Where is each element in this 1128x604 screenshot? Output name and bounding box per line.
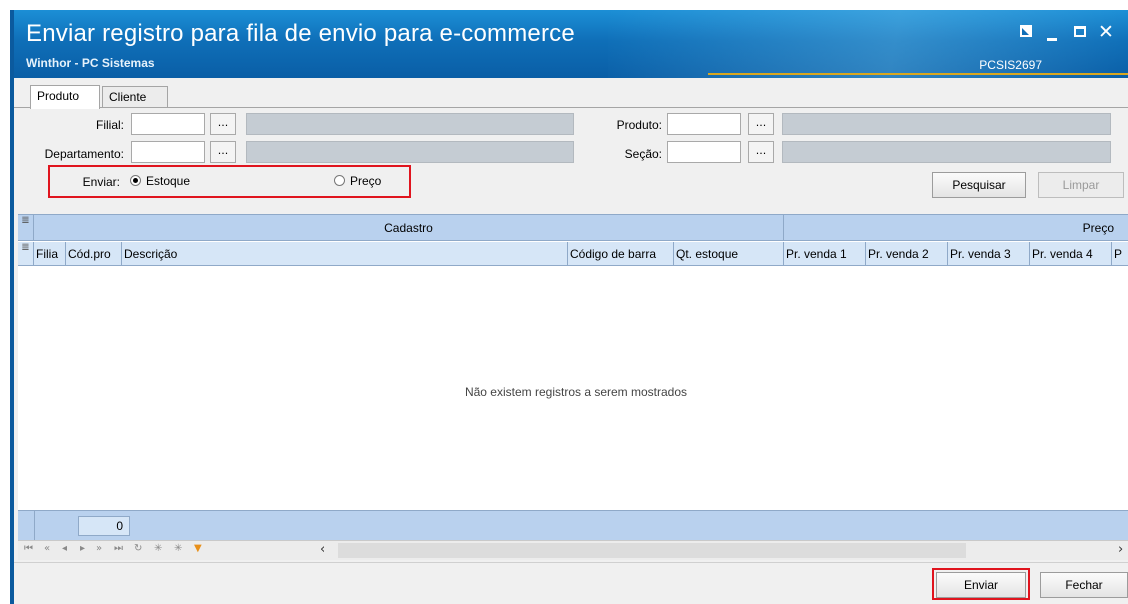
col-qt-estoque[interactable]: Qt. estoque: [674, 242, 784, 266]
results-grid: ≣ Cadastro Preço ≣ Filia Cód.pro Descriç…: [18, 214, 1128, 544]
radio-preco[interactable]: Preço: [334, 174, 381, 188]
radio-estoque[interactable]: Estoque: [130, 174, 190, 188]
filial-label: Filial:: [95, 118, 124, 132]
col-cod-produto[interactable]: Cód.pro: [66, 242, 122, 266]
resize-icon[interactable]: [1016, 22, 1036, 42]
col-pr-venda-5[interactable]: P: [1112, 242, 1128, 266]
secao-description: [782, 141, 1111, 163]
window-title: Enviar registro para fila de envio para …: [26, 20, 575, 47]
band-preco: Preço: [1082, 221, 1114, 235]
produto-browse-button[interactable]: ...: [748, 113, 774, 135]
band-cadastro: Cadastro: [34, 215, 784, 241]
filial-browse-button[interactable]: ...: [210, 113, 236, 135]
routine-code: PCSIS2697: [979, 58, 1042, 72]
col-codigo-barra[interactable]: Código de barra: [568, 242, 674, 266]
grid-band-row: ≣ Cadastro Preço: [18, 215, 1128, 241]
secao-label: Seção:: [624, 147, 662, 161]
filter-icon[interactable]: ▼: [194, 543, 202, 554]
limpar-button[interactable]: Limpar: [1038, 172, 1124, 198]
bottom-action-bar: Enviar Fechar: [14, 562, 1128, 604]
col-pr-venda-3[interactable]: Pr. venda 3: [948, 242, 1030, 266]
pesquisar-button[interactable]: Pesquisar: [932, 172, 1026, 198]
first-icon[interactable]: ⏮: [24, 543, 33, 554]
tab-cliente[interactable]: Cliente: [102, 86, 168, 108]
col-pr-venda-1[interactable]: Pr. venda 1: [784, 242, 866, 266]
fechar-button[interactable]: Fechar: [1040, 572, 1128, 598]
radio-estoque-label: Estoque: [146, 174, 191, 188]
column-customize-icon[interactable]: ≣: [18, 242, 34, 265]
next-icon[interactable]: ▸: [80, 543, 85, 554]
scroll-right-icon[interactable]: ›: [1118, 542, 1123, 557]
secao-browse-button[interactable]: ...: [748, 141, 774, 163]
grid-navigator: ⏮ « ◂ ▸ » ⏭ ↻ ✳ ✳ ▼ ‹ ›: [18, 540, 1128, 560]
window-subtitle: Winthor - PC Sistemas: [26, 56, 155, 70]
departamento-input[interactable]: [131, 141, 205, 163]
horizontal-scrollbar[interactable]: [338, 543, 966, 558]
tab-divider: [14, 107, 1128, 108]
minimize-icon[interactable]: [1042, 22, 1062, 42]
enviar-button[interactable]: Enviar: [936, 572, 1026, 598]
col-filial[interactable]: Filia: [34, 242, 66, 266]
maximize-icon[interactable]: [1070, 22, 1090, 42]
record-count: 0: [78, 516, 130, 536]
produto-label: Produto:: [616, 118, 662, 132]
prev-page-icon[interactable]: «: [44, 543, 50, 554]
filial-description: [246, 113, 574, 135]
radio-estoque-indicator: [130, 175, 141, 186]
grid-header-row: ≣ Filia Cód.pro Descrição Código de barr…: [18, 242, 1128, 266]
app-window: Enviar registro para fila de envio para …: [10, 10, 1128, 604]
departamento-description: [246, 141, 574, 163]
departamento-label: Departamento:: [44, 147, 124, 161]
radio-preco-label: Preço: [350, 174, 382, 188]
scroll-left-icon[interactable]: ‹: [320, 542, 325, 557]
enviar-label: Enviar:: [82, 175, 120, 189]
last-icon[interactable]: ⏭: [114, 543, 123, 554]
next-page-icon[interactable]: »: [96, 543, 102, 554]
grid-footer: 0: [18, 510, 1128, 541]
empty-message: Não existem registros a serem mostrados: [464, 385, 688, 399]
close-icon[interactable]: ✕: [1096, 22, 1116, 42]
secao-input[interactable]: [667, 141, 741, 163]
title-bar-decoration: [608, 10, 1128, 78]
col-descricao[interactable]: Descrição: [122, 242, 568, 266]
col-pr-venda-2[interactable]: Pr. venda 2: [866, 242, 948, 266]
radio-preco-indicator: [334, 175, 345, 186]
produto-input[interactable]: [667, 113, 741, 135]
title-bar: Enviar registro para fila de envio para …: [14, 10, 1128, 78]
col-pr-venda-4[interactable]: Pr. venda 4: [1030, 242, 1112, 266]
prev-icon[interactable]: ◂: [62, 543, 67, 554]
multi-insert-icon[interactable]: ✳: [174, 543, 182, 554]
accent-line: [708, 73, 1128, 75]
filial-input[interactable]: [131, 113, 205, 135]
refresh-icon[interactable]: ↻: [134, 543, 142, 554]
produto-description: [782, 113, 1111, 135]
departamento-browse-button[interactable]: ...: [210, 141, 236, 163]
insert-icon[interactable]: ✳: [154, 543, 162, 554]
footer-divider: [34, 511, 35, 541]
tab-produto[interactable]: Produto: [30, 85, 100, 109]
band-customize-icon[interactable]: ≣: [18, 215, 34, 240]
